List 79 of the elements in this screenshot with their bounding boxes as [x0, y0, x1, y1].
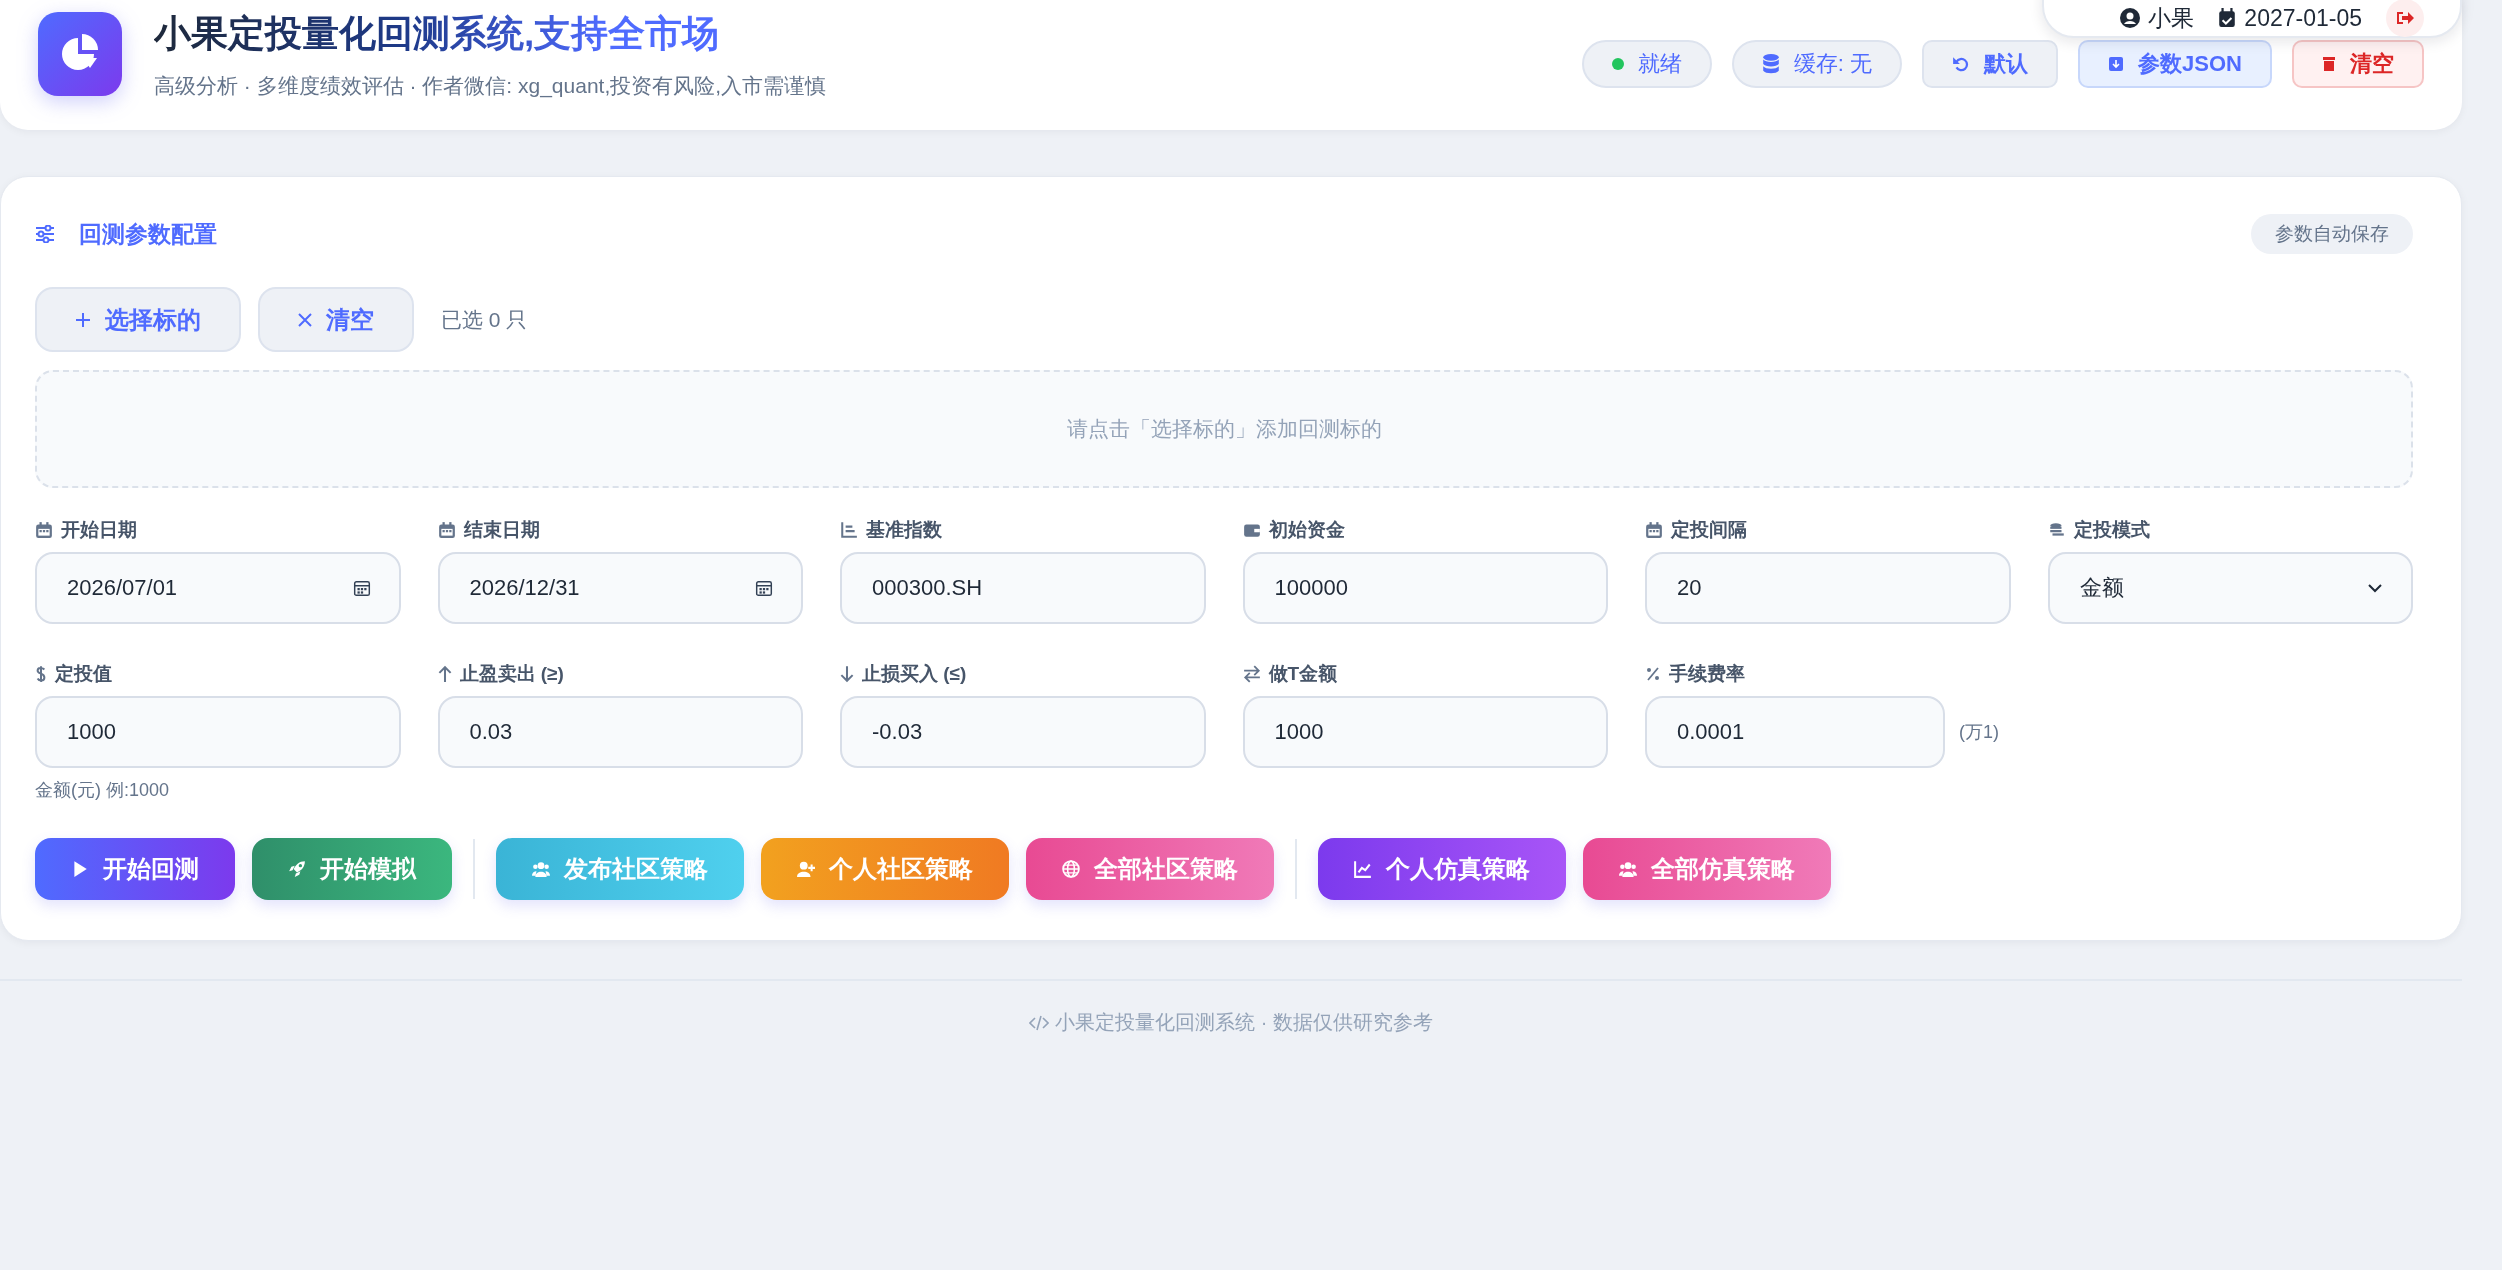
- calendar-icon: [1645, 521, 1663, 539]
- bar-chart-icon: [840, 521, 858, 539]
- input-field[interactable]: 0.03: [437, 696, 803, 768]
- action-button[interactable]: 全部仿真策略: [1583, 838, 1831, 900]
- select-symbol-button[interactable]: 选择标的: [35, 287, 241, 352]
- download-icon: [2108, 56, 2125, 72]
- play-icon: [71, 860, 89, 878]
- input-field[interactable]: -0.03: [840, 696, 1206, 768]
- field-label: 结束日期: [463, 518, 540, 542]
- calendar-icon: [437, 521, 456, 539]
- field-label: 基准指数: [866, 518, 942, 542]
- input-field[interactable]: 0.0001: [1645, 696, 1945, 768]
- user-name: 小果: [2148, 3, 2195, 33]
- header-button[interactable]: 默认: [1922, 40, 2059, 88]
- input-field[interactable]: 1000: [35, 696, 401, 768]
- field-label: 止损买入 (≤): [862, 662, 967, 686]
- date-field[interactable]: 2026/12/31: [437, 552, 803, 624]
- action-button[interactable]: 开始模拟: [252, 838, 452, 900]
- field-label: 定投模式: [2073, 518, 2150, 542]
- dollar-icon: [35, 665, 47, 683]
- trash-icon: [2322, 56, 2336, 72]
- subtitle: 高级分析 · 多维度绩效评估 · 作者微信: xg_quant,投资有风险,入市需谨慎: [154, 73, 828, 100]
- percent-icon: [1645, 666, 1661, 682]
- pie-chart-logo-icon: [38, 12, 122, 96]
- calendar-icon: [352, 579, 371, 597]
- calendar-icon: [755, 579, 773, 597]
- selected-count: 已选 0 只: [441, 306, 528, 333]
- mode-dropdown[interactable]: 金额: [2047, 552, 2413, 624]
- empty-hint: 请点击「选择标的」添加回测标的: [1066, 416, 1382, 442]
- clear-button[interactable]: 清空: [258, 287, 414, 352]
- input-field[interactable]: 1000: [1242, 696, 1608, 768]
- auto-save-badge: 参数自动保存: [2251, 214, 2413, 254]
- field-label: 定投间隔: [1671, 518, 1747, 542]
- field-label: 定投值: [55, 662, 112, 686]
- input-field[interactable]: 20: [1645, 552, 2011, 624]
- header-button[interactable]: 参数JSON: [2078, 40, 2272, 88]
- sliders-icon: [35, 225, 55, 243]
- footer-text: 小果定投量化回测系统 · 数据仅供研究参考: [1055, 1010, 1433, 1035]
- field-hint: 金额(元) 例:1000: [35, 779, 171, 802]
- status-pill: 缓存: 无: [1731, 40, 1903, 88]
- users-icon: [1619, 860, 1637, 878]
- field-label: 做T金额: [1268, 662, 1338, 686]
- header-button[interactable]: 清空: [2292, 40, 2424, 88]
- arrow-down-icon: [840, 665, 854, 683]
- field-label: 手续费率: [1669, 662, 1745, 686]
- status-pill: 就绪: [1581, 40, 1712, 88]
- current-date: 2027-01-05: [2244, 4, 2362, 32]
- unit-label: (万1): [1959, 721, 1999, 744]
- coins-icon: [2047, 521, 2066, 539]
- field-label: 开始日期: [61, 518, 137, 542]
- plus-icon: [75, 311, 91, 328]
- chevron-down-icon: [2367, 583, 2383, 593]
- line-chart-icon: [1354, 860, 1372, 878]
- calendar-check-icon: [2218, 8, 2237, 28]
- input-field[interactable]: 100000: [1242, 552, 1608, 624]
- calendar-icon: [35, 521, 53, 539]
- field-label: 止盈卖出 (≥): [459, 662, 564, 686]
- arrow-up-icon: [437, 665, 452, 683]
- input-field[interactable]: 000300.SH: [840, 552, 1206, 624]
- action-button[interactable]: 开始回测: [35, 838, 235, 900]
- date-field[interactable]: 2026/07/01: [35, 552, 401, 624]
- section-title: 回测参数配置: [79, 219, 217, 249]
- swap-arrows-icon: [1242, 665, 1261, 683]
- undo-icon: [1952, 55, 1971, 73]
- logout-icon: [2396, 10, 2414, 26]
- database-icon: [1761, 54, 1780, 74]
- logout-button[interactable]: [2386, 0, 2424, 37]
- action-button[interactable]: 全部社区策略: [1026, 838, 1274, 900]
- status-dot-icon: [1611, 58, 1624, 70]
- code-icon: [1029, 1014, 1050, 1031]
- globe-icon: [1062, 860, 1080, 878]
- user-avatar-icon: [2120, 8, 2141, 28]
- rocket-icon: [288, 860, 306, 878]
- user-plus-icon: [797, 860, 815, 878]
- users-icon: [532, 860, 550, 878]
- close-icon: [298, 312, 312, 327]
- field-label: 初始资金: [1268, 518, 1345, 542]
- action-button[interactable]: 个人仿真策略: [1318, 838, 1566, 900]
- wallet-icon: [1242, 521, 1261, 539]
